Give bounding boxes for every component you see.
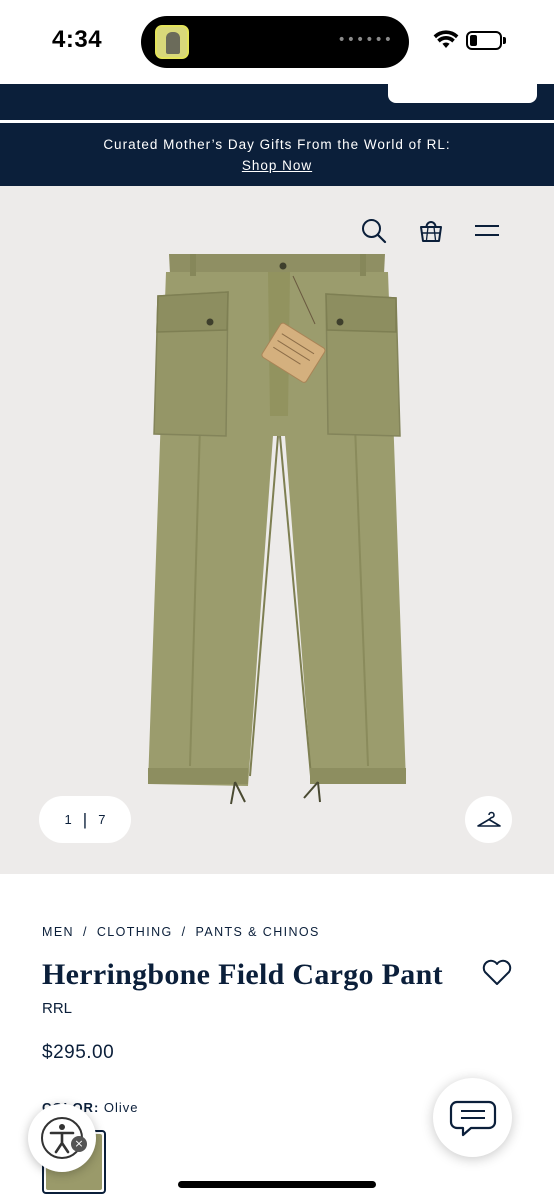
breadcrumb-men[interactable]: MEN [42,925,74,939]
wishlist-heart-icon[interactable] [481,957,513,987]
status-bar: 4:34 •••••• [0,0,554,84]
promo-text: Curated Mother’s Day Gifts From the Worl… [103,137,451,152]
hanger-button[interactable] [465,796,512,843]
promo-banner: Curated Mother’s Day Gifts From the Worl… [0,123,554,186]
pager-separator: | [82,809,88,829]
search-icon[interactable] [359,216,389,246]
product-image-gallery[interactable]: 1 | 7 [0,186,554,874]
product-image [148,254,406,805]
now-playing-thumbnail [155,25,189,59]
shopping-bag-icon[interactable] [416,216,446,246]
menu-icon[interactable] [472,216,502,246]
chat-icon [449,1100,496,1136]
status-time: 4:34 [52,26,103,53]
image-pager[interactable]: 1 | 7 [39,796,131,843]
breadcrumb-pants-chinos[interactable]: PANTS & CHINOS [196,925,320,939]
color-value: Olive [103,1100,139,1115]
pager-current: 1 [64,812,72,827]
accessibility-button[interactable] [28,1104,96,1172]
battery-tip [503,37,506,44]
dynamic-island[interactable]: •••••• [141,16,409,68]
hero-toolbar [354,216,554,246]
accessibility-close-icon[interactable]: × [71,1136,87,1152]
breadcrumb-clothing[interactable]: CLOTHING [97,925,173,939]
product-brand: RRL [42,1000,73,1017]
chat-button[interactable] [433,1078,512,1157]
battery-icon [466,31,502,50]
product-price: $295.00 [42,1042,115,1063]
island-activity-dots: •••••• [337,32,393,48]
hanger-icon [476,811,501,827]
wifi-icon [433,30,459,48]
pager-total: 7 [98,812,106,827]
home-indicator[interactable] [178,1181,376,1188]
header-tab[interactable] [388,84,537,103]
product-title: Herringbone Field Cargo Pant [42,958,443,991]
breadcrumb: MEN / CLOTHING / PANTS & CHINOS [42,925,320,939]
shop-now-link[interactable]: Shop Now [242,158,312,173]
